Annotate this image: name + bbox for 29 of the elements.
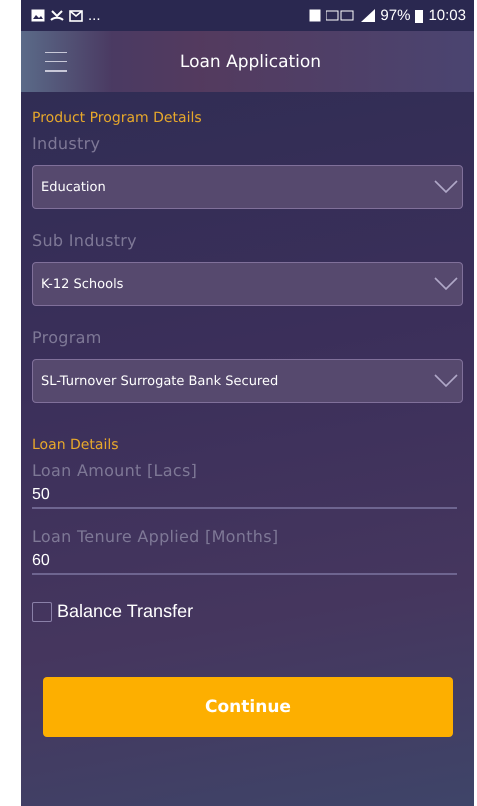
input-field[interactable]: 60 bbox=[32, 552, 457, 575]
field-label: Program bbox=[32, 328, 103, 347]
dropdown-field[interactable]: Education bbox=[32, 165, 463, 209]
checkbox-label: Balance Transfer bbox=[57, 601, 194, 622]
missed-call-icon bbox=[50, 9, 64, 22]
clock: 10:03 bbox=[428, 7, 466, 24]
field-label: Industry bbox=[32, 134, 102, 153]
network-icon bbox=[326, 9, 356, 22]
screen-title: Loan Application bbox=[178, 52, 322, 72]
field-label: Loan Tenure Applied [Months] bbox=[32, 527, 280, 546]
chevron-down-icon bbox=[434, 180, 458, 194]
input-field[interactable]: 50 bbox=[32, 486, 457, 509]
dropdown-field[interactable]: K-12 Schools bbox=[32, 262, 463, 306]
notification-overflow: ... bbox=[88, 7, 101, 24]
dropdown-field[interactable]: SL-Turnover Surrogate Bank Secured bbox=[32, 359, 463, 403]
field-label: Loan Amount [Lacs] bbox=[32, 461, 198, 480]
sim-icon bbox=[309, 9, 322, 22]
battery-icon bbox=[415, 8, 424, 22]
battery-percent: 97% bbox=[380, 7, 410, 24]
signal-icon bbox=[361, 9, 376, 22]
mail-icon bbox=[69, 9, 83, 22]
menu-icon[interactable] bbox=[45, 52, 67, 72]
image-icon bbox=[31, 9, 45, 22]
field-label: Sub Industry bbox=[32, 231, 138, 250]
chevron-down-icon bbox=[434, 277, 458, 291]
chevron-down-icon bbox=[434, 374, 458, 388]
checkbox[interactable] bbox=[32, 602, 52, 622]
section-title: Loan Details bbox=[32, 437, 120, 453]
section-title: Product Program Details bbox=[32, 110, 203, 126]
